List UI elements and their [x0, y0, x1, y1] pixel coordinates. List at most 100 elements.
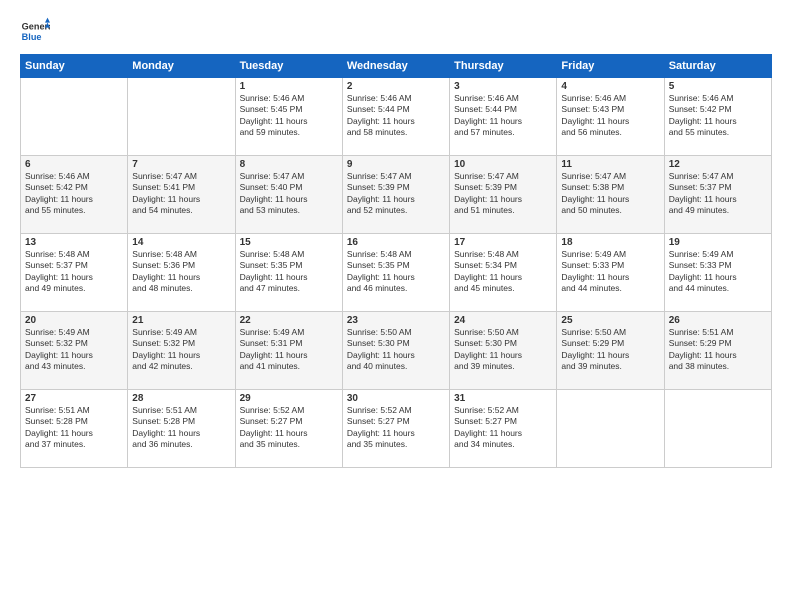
calendar-cell: 5Sunrise: 5:46 AM Sunset: 5:42 PM Daylig… [664, 78, 771, 156]
page: General Blue SundayMondayTuesdayWednesda… [0, 0, 792, 612]
cell-content: Sunrise: 5:51 AM Sunset: 5:28 PM Dayligh… [132, 405, 230, 451]
cell-content: Sunrise: 5:48 AM Sunset: 5:35 PM Dayligh… [240, 249, 338, 295]
day-number: 21 [132, 315, 230, 326]
day-number: 12 [669, 159, 767, 170]
cell-content: Sunrise: 5:47 AM Sunset: 5:37 PM Dayligh… [669, 171, 767, 217]
calendar-cell: 11Sunrise: 5:47 AM Sunset: 5:38 PM Dayli… [557, 156, 664, 234]
calendar-cell: 1Sunrise: 5:46 AM Sunset: 5:45 PM Daylig… [235, 78, 342, 156]
calendar-cell: 31Sunrise: 5:52 AM Sunset: 5:27 PM Dayli… [450, 390, 557, 468]
day-number: 27 [25, 393, 123, 404]
cell-content: Sunrise: 5:46 AM Sunset: 5:43 PM Dayligh… [561, 93, 659, 139]
day-number: 20 [25, 315, 123, 326]
day-number: 28 [132, 393, 230, 404]
cell-content: Sunrise: 5:47 AM Sunset: 5:41 PM Dayligh… [132, 171, 230, 217]
header-row: SundayMondayTuesdayWednesdayThursdayFrid… [21, 55, 772, 78]
weekday-header-tuesday: Tuesday [235, 55, 342, 78]
calendar-cell: 21Sunrise: 5:49 AM Sunset: 5:32 PM Dayli… [128, 312, 235, 390]
calendar-cell [664, 390, 771, 468]
day-number: 26 [669, 315, 767, 326]
calendar-header: SundayMondayTuesdayWednesdayThursdayFrid… [21, 55, 772, 78]
day-number: 10 [454, 159, 552, 170]
calendar-cell [557, 390, 664, 468]
cell-content: Sunrise: 5:46 AM Sunset: 5:42 PM Dayligh… [669, 93, 767, 139]
cell-content: Sunrise: 5:46 AM Sunset: 5:45 PM Dayligh… [240, 93, 338, 139]
calendar-cell: 4Sunrise: 5:46 AM Sunset: 5:43 PM Daylig… [557, 78, 664, 156]
day-number: 13 [25, 237, 123, 248]
cell-content: Sunrise: 5:46 AM Sunset: 5:44 PM Dayligh… [347, 93, 445, 139]
weekday-header-sunday: Sunday [21, 55, 128, 78]
cell-content: Sunrise: 5:50 AM Sunset: 5:30 PM Dayligh… [454, 327, 552, 373]
day-number: 14 [132, 237, 230, 248]
calendar-cell: 15Sunrise: 5:48 AM Sunset: 5:35 PM Dayli… [235, 234, 342, 312]
day-number: 11 [561, 159, 659, 170]
calendar-cell [128, 78, 235, 156]
cell-content: Sunrise: 5:48 AM Sunset: 5:34 PM Dayligh… [454, 249, 552, 295]
calendar-table: SundayMondayTuesdayWednesdayThursdayFrid… [20, 54, 772, 468]
cell-content: Sunrise: 5:52 AM Sunset: 5:27 PM Dayligh… [347, 405, 445, 451]
cell-content: Sunrise: 5:50 AM Sunset: 5:29 PM Dayligh… [561, 327, 659, 373]
cell-content: Sunrise: 5:47 AM Sunset: 5:39 PM Dayligh… [347, 171, 445, 217]
cell-content: Sunrise: 5:51 AM Sunset: 5:28 PM Dayligh… [25, 405, 123, 451]
cell-content: Sunrise: 5:49 AM Sunset: 5:31 PM Dayligh… [240, 327, 338, 373]
calendar-week-4: 20Sunrise: 5:49 AM Sunset: 5:32 PM Dayli… [21, 312, 772, 390]
calendar-week-5: 27Sunrise: 5:51 AM Sunset: 5:28 PM Dayli… [21, 390, 772, 468]
calendar-cell: 27Sunrise: 5:51 AM Sunset: 5:28 PM Dayli… [21, 390, 128, 468]
day-number: 6 [25, 159, 123, 170]
cell-content: Sunrise: 5:48 AM Sunset: 5:35 PM Dayligh… [347, 249, 445, 295]
cell-content: Sunrise: 5:52 AM Sunset: 5:27 PM Dayligh… [240, 405, 338, 451]
calendar-cell: 22Sunrise: 5:49 AM Sunset: 5:31 PM Dayli… [235, 312, 342, 390]
calendar-cell: 18Sunrise: 5:49 AM Sunset: 5:33 PM Dayli… [557, 234, 664, 312]
cell-content: Sunrise: 5:49 AM Sunset: 5:33 PM Dayligh… [669, 249, 767, 295]
day-number: 7 [132, 159, 230, 170]
calendar-cell: 16Sunrise: 5:48 AM Sunset: 5:35 PM Dayli… [342, 234, 449, 312]
cell-content: Sunrise: 5:46 AM Sunset: 5:42 PM Dayligh… [25, 171, 123, 217]
calendar-cell: 29Sunrise: 5:52 AM Sunset: 5:27 PM Dayli… [235, 390, 342, 468]
day-number: 17 [454, 237, 552, 248]
cell-content: Sunrise: 5:47 AM Sunset: 5:39 PM Dayligh… [454, 171, 552, 217]
day-number: 25 [561, 315, 659, 326]
day-number: 3 [454, 81, 552, 92]
calendar-cell: 25Sunrise: 5:50 AM Sunset: 5:29 PM Dayli… [557, 312, 664, 390]
cell-content: Sunrise: 5:49 AM Sunset: 5:32 PM Dayligh… [25, 327, 123, 373]
logo-icon: General Blue [20, 16, 50, 46]
day-number: 15 [240, 237, 338, 248]
day-number: 31 [454, 393, 552, 404]
cell-content: Sunrise: 5:48 AM Sunset: 5:37 PM Dayligh… [25, 249, 123, 295]
calendar-week-3: 13Sunrise: 5:48 AM Sunset: 5:37 PM Dayli… [21, 234, 772, 312]
day-number: 19 [669, 237, 767, 248]
day-number: 24 [454, 315, 552, 326]
calendar-cell: 26Sunrise: 5:51 AM Sunset: 5:29 PM Dayli… [664, 312, 771, 390]
cell-content: Sunrise: 5:51 AM Sunset: 5:29 PM Dayligh… [669, 327, 767, 373]
weekday-header-saturday: Saturday [664, 55, 771, 78]
day-number: 5 [669, 81, 767, 92]
calendar-cell: 28Sunrise: 5:51 AM Sunset: 5:28 PM Dayli… [128, 390, 235, 468]
cell-content: Sunrise: 5:48 AM Sunset: 5:36 PM Dayligh… [132, 249, 230, 295]
calendar-cell: 17Sunrise: 5:48 AM Sunset: 5:34 PM Dayli… [450, 234, 557, 312]
calendar-body: 1Sunrise: 5:46 AM Sunset: 5:45 PM Daylig… [21, 78, 772, 468]
day-number: 22 [240, 315, 338, 326]
svg-text:Blue: Blue [22, 32, 42, 42]
calendar-week-1: 1Sunrise: 5:46 AM Sunset: 5:45 PM Daylig… [21, 78, 772, 156]
calendar-cell: 3Sunrise: 5:46 AM Sunset: 5:44 PM Daylig… [450, 78, 557, 156]
day-number: 2 [347, 81, 445, 92]
calendar-cell: 13Sunrise: 5:48 AM Sunset: 5:37 PM Dayli… [21, 234, 128, 312]
calendar-cell: 2Sunrise: 5:46 AM Sunset: 5:44 PM Daylig… [342, 78, 449, 156]
calendar-cell: 12Sunrise: 5:47 AM Sunset: 5:37 PM Dayli… [664, 156, 771, 234]
cell-content: Sunrise: 5:46 AM Sunset: 5:44 PM Dayligh… [454, 93, 552, 139]
page-header: General Blue [20, 16, 772, 46]
calendar-cell: 20Sunrise: 5:49 AM Sunset: 5:32 PM Dayli… [21, 312, 128, 390]
day-number: 1 [240, 81, 338, 92]
calendar-cell [21, 78, 128, 156]
day-number: 9 [347, 159, 445, 170]
cell-content: Sunrise: 5:50 AM Sunset: 5:30 PM Dayligh… [347, 327, 445, 373]
day-number: 4 [561, 81, 659, 92]
cell-content: Sunrise: 5:47 AM Sunset: 5:40 PM Dayligh… [240, 171, 338, 217]
calendar-cell: 9Sunrise: 5:47 AM Sunset: 5:39 PM Daylig… [342, 156, 449, 234]
cell-content: Sunrise: 5:52 AM Sunset: 5:27 PM Dayligh… [454, 405, 552, 451]
cell-content: Sunrise: 5:49 AM Sunset: 5:33 PM Dayligh… [561, 249, 659, 295]
calendar-cell: 23Sunrise: 5:50 AM Sunset: 5:30 PM Dayli… [342, 312, 449, 390]
day-number: 16 [347, 237, 445, 248]
weekday-header-thursday: Thursday [450, 55, 557, 78]
weekday-header-monday: Monday [128, 55, 235, 78]
calendar-cell: 7Sunrise: 5:47 AM Sunset: 5:41 PM Daylig… [128, 156, 235, 234]
